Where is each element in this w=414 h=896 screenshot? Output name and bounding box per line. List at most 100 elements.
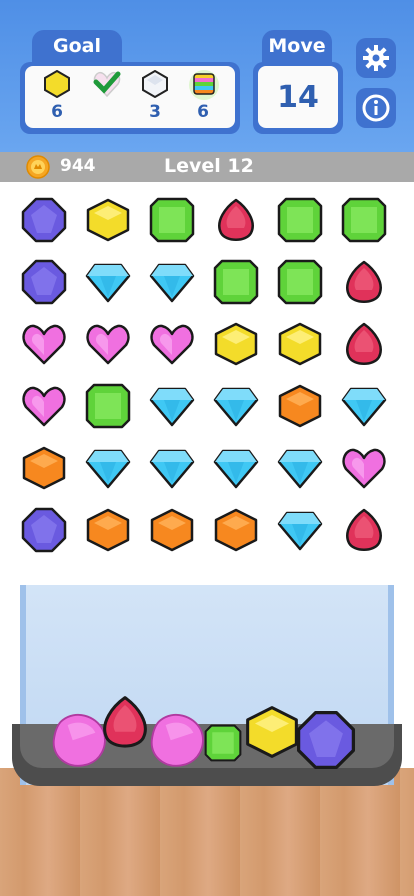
coin-icon: [26, 155, 50, 179]
orange-hexagon-gem-icon: [150, 508, 194, 552]
jar-purple-octagon-gem-icon: [296, 710, 356, 770]
green-square-gem-icon: [341, 197, 387, 243]
coin-count: 944: [60, 156, 96, 176]
goal-item-yellow: 6: [37, 70, 77, 126]
gem-cell[interactable]: [206, 314, 266, 374]
goal-panel: 6 3 6: [20, 62, 240, 134]
jar-gems: [0, 690, 414, 780]
gem-cell[interactable]: [14, 500, 74, 560]
top-header: Goal Move 6 3 6 14: [0, 0, 414, 152]
gem-cell[interactable]: [270, 314, 330, 374]
gem-cell[interactable]: [270, 500, 330, 560]
red-drop-gem-icon: [346, 322, 382, 365]
gem-cell[interactable]: [334, 314, 394, 374]
checkmark-icon: [93, 71, 121, 94]
gem-cell[interactable]: [334, 500, 394, 560]
gem-cell[interactable]: [142, 190, 202, 250]
gem-cell[interactable]: [14, 438, 74, 498]
gear-icon: [363, 45, 389, 71]
gem-cell[interactable]: [206, 438, 266, 498]
gem-cell[interactable]: [206, 500, 266, 560]
blue-diamond-gem-icon: [149, 263, 195, 303]
red-drop-gem-icon: [218, 198, 254, 241]
blue-diamond-gem-icon: [85, 263, 131, 303]
orange-hexagon-gem-icon: [214, 508, 258, 552]
goal-label: Goal: [32, 30, 122, 64]
gem-cell[interactable]: [78, 190, 138, 250]
gem-cell[interactable]: [78, 438, 138, 498]
gem-cell[interactable]: [270, 190, 330, 250]
gem-cell[interactable]: [14, 314, 74, 374]
goal-count-rainbow: 6: [197, 102, 209, 122]
orange-hexagon-gem-icon: [86, 508, 130, 552]
gem-cell[interactable]: [14, 190, 74, 250]
blue-diamond-gem-icon: [277, 449, 323, 489]
yellow-hexagon-gem-icon: [86, 198, 130, 242]
goal-count-yellow: 6: [51, 102, 63, 122]
jar-yellow-hexagon-gem-icon: [246, 706, 298, 758]
purple-octagon-gem-icon: [21, 259, 67, 305]
pink-heart-gem-icon: [86, 324, 130, 365]
yellow-hexagon-gem-icon: [44, 70, 70, 98]
blue-diamond-gem-icon: [149, 449, 195, 489]
pink-heart-gem-icon: [22, 324, 66, 365]
info-button[interactable]: [356, 88, 396, 128]
gem-cell[interactable]: [334, 376, 394, 436]
gem-cell[interactable]: [78, 252, 138, 312]
goal-item-heart: [87, 70, 127, 126]
gem-cell[interactable]: [78, 500, 138, 560]
gem-cell[interactable]: [78, 376, 138, 436]
settings-button[interactable]: [356, 38, 396, 78]
purple-octagon-gem-icon: [21, 197, 67, 243]
move-panel: 14: [253, 62, 343, 134]
gem-cell[interactable]: [334, 252, 394, 312]
gem-cell[interactable]: [206, 190, 266, 250]
blue-diamond-gem-icon: [341, 387, 387, 427]
red-drop-gem-icon: [346, 508, 382, 551]
info-icon: [362, 94, 390, 122]
gem-cell[interactable]: [206, 376, 266, 436]
blue-diamond-gem-icon: [213, 449, 259, 489]
gem-cell[interactable]: [78, 314, 138, 374]
move-label: Move: [262, 30, 332, 64]
gem-cell[interactable]: [14, 376, 74, 436]
jar-pink-blob-gem-icon: [150, 713, 204, 767]
level-label: Level 12: [164, 155, 254, 177]
green-square-gem-icon: [149, 197, 195, 243]
purple-octagon-gem-icon: [21, 507, 67, 553]
blue-diamond-gem-icon: [213, 387, 259, 427]
yellow-hexagon-gem-icon: [278, 322, 322, 366]
pink-heart-gem-icon: [342, 448, 386, 489]
goal-item-diamond: 3: [135, 70, 175, 126]
wooden-floor: [0, 768, 414, 896]
goal-count-diamond: 3: [149, 102, 161, 122]
orange-hexagon-gem-icon: [22, 446, 66, 490]
green-square-gem-icon: [277, 259, 323, 305]
rainbow-gem-icon: [189, 70, 219, 100]
gem-cell[interactable]: [334, 438, 394, 498]
moves-left-count: 14: [277, 80, 319, 115]
status-bar: 944 Level 12: [0, 152, 414, 182]
gem-cell[interactable]: [270, 376, 330, 436]
gem-cell[interactable]: [270, 438, 330, 498]
gem-cell[interactable]: [206, 252, 266, 312]
green-square-gem-icon: [213, 259, 259, 305]
gem-cell[interactable]: [334, 190, 394, 250]
white-diamond-gem-icon: [142, 70, 168, 98]
orange-hexagon-gem-icon: [278, 384, 322, 428]
gem-cell[interactable]: [14, 252, 74, 312]
blue-diamond-gem-icon: [85, 449, 131, 489]
green-square-gem-icon: [85, 383, 131, 429]
red-drop-gem-icon: [346, 260, 382, 303]
green-square-gem-icon: [277, 197, 323, 243]
gem-cell[interactable]: [142, 500, 202, 560]
blue-diamond-gem-icon: [149, 387, 195, 427]
gem-cell[interactable]: [142, 252, 202, 312]
gem-cell[interactable]: [142, 314, 202, 374]
gem-cell[interactable]: [270, 252, 330, 312]
gem-cell[interactable]: [142, 376, 202, 436]
jar-green-square-gem-icon: [204, 724, 242, 762]
gem-cell[interactable]: [142, 438, 202, 498]
goal-item-rainbow: 6: [183, 70, 223, 126]
gem-board: [0, 190, 414, 570]
